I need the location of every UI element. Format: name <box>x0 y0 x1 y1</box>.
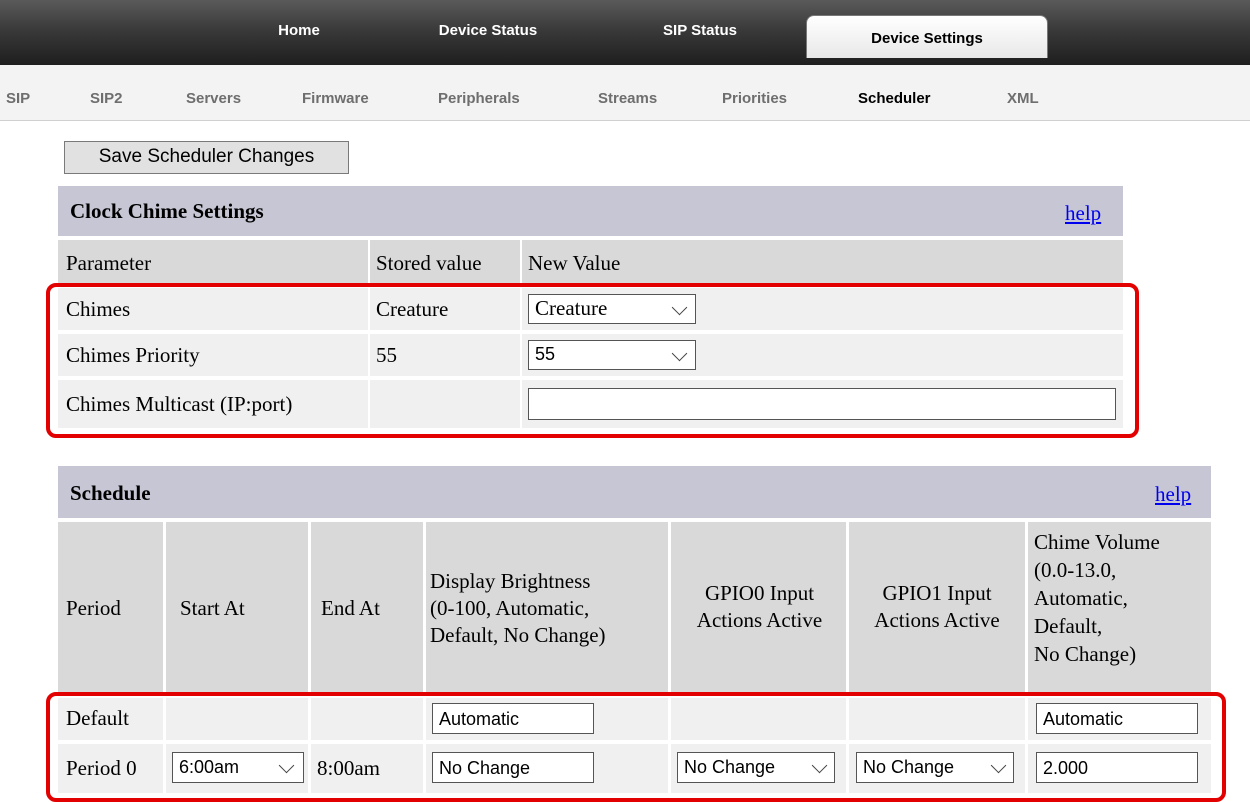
tab-device-status[interactable]: Device Status <box>422 14 554 48</box>
chevron-down-icon <box>671 299 688 316</box>
tab-device-settings[interactable]: Device Settings <box>806 15 1048 58</box>
top-navigation: Home Device Status SIP Status Device Set… <box>0 0 1250 66</box>
chevron-down-icon <box>278 757 295 774</box>
subtab-xml[interactable]: XML <box>1007 65 1039 120</box>
chimes-priority-select[interactable]: 55 <box>528 340 696 370</box>
chimes-stored: Creature <box>370 288 520 330</box>
chime-settings-header: Clock Chime Settings help <box>58 186 1123 236</box>
col-header-volume: Chime Volume (0.0-13.0, Automatic, Defau… <box>1028 522 1211 696</box>
chimes-multicast-stored <box>370 380 520 428</box>
col-header-start: Start At <box>166 522 308 696</box>
default-period: Default <box>58 698 163 740</box>
chimes-priority-param: Chimes Priority <box>58 334 368 376</box>
chevron-down-icon <box>811 757 828 774</box>
default-volume-input[interactable]: Automatic <box>1036 703 1198 734</box>
schedule-header: Schedule help <box>58 466 1211 518</box>
col-header-brightness: Display Brightness (0-100, Automatic, De… <box>426 522 668 696</box>
chime-settings-title: Clock Chime Settings <box>70 199 264 223</box>
default-start <box>166 698 308 740</box>
sub-navigation: SIP SIP2 Servers Firmware Peripherals St… <box>0 65 1250 121</box>
period0-start-select[interactable]: 6:00am <box>172 752 304 783</box>
subtab-scheduler[interactable]: Scheduler <box>858 65 931 120</box>
subtab-firmware[interactable]: Firmware <box>302 65 369 120</box>
subtab-streams[interactable]: Streams <box>598 65 657 120</box>
default-end <box>311 698 423 740</box>
chimes-priority-stored: 55 <box>370 334 520 376</box>
col-header-gpio1: GPIO1 Input Actions Active <box>849 522 1025 696</box>
period0-volume-input[interactable]: 2.000 <box>1036 752 1198 783</box>
default-gpio1 <box>849 698 1025 740</box>
col-header-parameter: Parameter <box>58 240 368 284</box>
chimes-multicast-param: Chimes Multicast (IP:port) <box>58 380 368 428</box>
tab-home[interactable]: Home <box>266 14 332 48</box>
chevron-down-icon <box>671 345 688 362</box>
schedule-title: Schedule <box>70 481 151 505</box>
default-gpio0 <box>671 698 846 740</box>
chevron-down-icon <box>990 757 1007 774</box>
chimes-select[interactable]: Creature <box>528 294 696 324</box>
subtab-priorities[interactable]: Priorities <box>722 65 787 120</box>
period0-period: Period 0 <box>58 744 163 793</box>
period0-brightness-input[interactable]: No Change <box>432 752 594 783</box>
period0-gpio0-select[interactable]: No Change <box>677 752 835 783</box>
subtab-servers[interactable]: Servers <box>186 65 241 120</box>
schedule-help-link[interactable]: help <box>1155 482 1191 507</box>
col-header-period: Period <box>58 522 163 696</box>
subtab-peripherals[interactable]: Peripherals <box>438 65 520 120</box>
chime-help-link[interactable]: help <box>1065 201 1101 226</box>
chimes-param: Chimes <box>58 288 368 330</box>
subtab-sip2[interactable]: SIP2 <box>90 65 123 120</box>
subtab-sip[interactable]: SIP <box>6 65 30 120</box>
save-scheduler-button[interactable]: Save Scheduler Changes <box>64 141 349 174</box>
chimes-multicast-input[interactable] <box>528 388 1116 420</box>
col-header-end: End At <box>311 522 423 696</box>
col-header-gpio0: GPIO0 Input Actions Active <box>671 522 846 696</box>
default-brightness-input[interactable]: Automatic <box>432 703 594 734</box>
period0-end: 8:00am <box>311 744 423 793</box>
col-header-new: New Value <box>522 240 1123 284</box>
period0-gpio1-select[interactable]: No Change <box>856 752 1014 783</box>
tab-sip-status[interactable]: SIP Status <box>650 14 750 48</box>
col-header-stored: Stored value <box>370 240 520 284</box>
